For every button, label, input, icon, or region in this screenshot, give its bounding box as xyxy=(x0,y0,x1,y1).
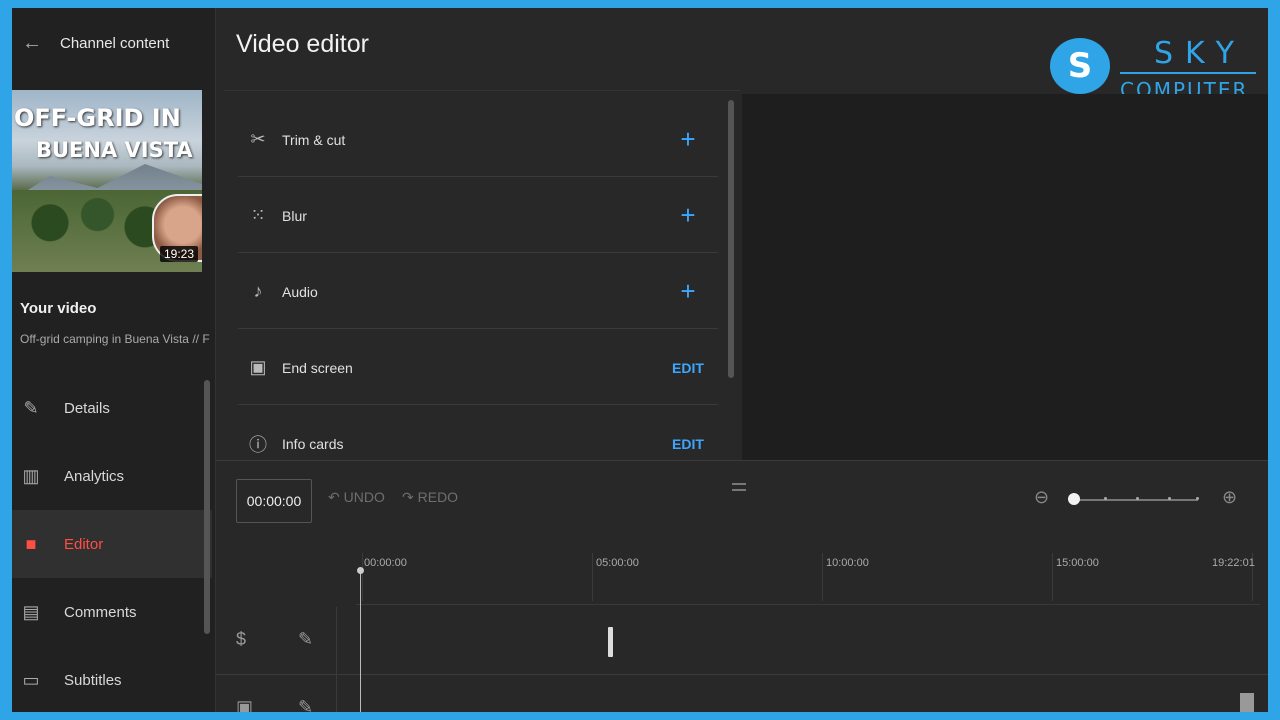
tool-end-screen[interactable]: ▣ End screen EDIT xyxy=(238,331,718,405)
subtitles-icon: ▭ xyxy=(22,669,40,690)
scissors-icon: ✂ xyxy=(250,129,266,149)
sidebar-item-editor[interactable]: ■ Editor xyxy=(12,510,212,578)
ruler-tick-line xyxy=(1052,553,1053,601)
edit-pencil-icon[interactable]: ✎ xyxy=(298,629,313,650)
zoom-step xyxy=(1136,497,1139,500)
tool-label: Trim & cut xyxy=(282,131,346,148)
sidebar-nav: ✎ Details ▥ Analytics ■ Editor ▤ Comment… xyxy=(12,374,212,712)
zoom-slider-knob[interactable] xyxy=(1068,493,1080,505)
ruler-tick-label: 10:00:00 xyxy=(826,557,869,569)
comments-icon: ▤ xyxy=(22,601,40,622)
track-lane[interactable] xyxy=(336,675,1268,712)
add-audio-button[interactable]: + xyxy=(658,276,718,307)
video-title: Off-grid camping in Buena Vista // Fi... xyxy=(20,332,210,346)
edit-end-screen-button[interactable]: EDIT xyxy=(658,360,718,376)
duration-badge: 19:23 xyxy=(159,246,198,262)
dollar-icon: $ xyxy=(236,629,247,649)
music-note-icon: ♪ xyxy=(253,281,263,301)
back-nav[interactable]: ← Channel content xyxy=(22,32,169,55)
undo-button[interactable]: ↶ UNDO xyxy=(328,489,385,506)
sidebar-scrollbar[interactable] xyxy=(204,380,210,634)
back-arrow-icon[interactable]: ← xyxy=(22,32,42,55)
video-thumbnail[interactable]: OFF-GRID IN BUENA VISTA 19:23 xyxy=(12,90,202,272)
zoom-step xyxy=(1168,497,1171,500)
tool-blur[interactable]: ⁙ Blur + xyxy=(238,179,718,253)
end-screen-icon: ▣ xyxy=(249,357,267,377)
sidebar-item-analytics[interactable]: ▥ Analytics xyxy=(12,442,212,510)
sidebar-item-label: Subtitles xyxy=(64,671,122,689)
zoom-out-icon[interactable]: ⊖ xyxy=(1034,487,1049,508)
thumbnail-title-line2: BUENA VISTA xyxy=(36,138,193,162)
end-screen-track: ▣ ✎ xyxy=(216,675,1268,712)
zoom-in-icon[interactable]: ⊕ xyxy=(1222,487,1237,508)
watermark-divider xyxy=(1120,72,1256,74)
pencil-icon: ✎ xyxy=(23,397,39,418)
info-icon: ⓘ xyxy=(249,435,267,455)
end-screen-element[interactable] xyxy=(1240,693,1254,712)
monetization-track: $ ✎ xyxy=(216,607,1268,675)
add-trim-button[interactable]: + xyxy=(658,124,718,155)
tools-scrollbar[interactable] xyxy=(728,100,734,378)
ruler-tick-line xyxy=(362,553,363,601)
sidebar-item-comments[interactable]: ▤ Comments xyxy=(12,578,212,646)
ruler-tick-label: 05:00:00 xyxy=(596,557,639,569)
sidebar-item-label: Comments xyxy=(64,603,137,621)
thumbnail-title-line1: OFF-GRID IN xyxy=(14,104,181,132)
back-label: Channel content xyxy=(60,35,170,52)
track-lane[interactable] xyxy=(336,607,1268,675)
timecode-field[interactable]: 00:00:00 xyxy=(236,479,312,523)
redo-label: REDO xyxy=(417,489,459,505)
sidebar-item-subtitles[interactable]: ▭ Subtitles xyxy=(12,646,212,712)
sidebar-item-label: Editor xyxy=(64,535,104,553)
editor-tools-panel: ✂ Trim & cut + ⁙ Blur + ♪ Audio + ▣ End … xyxy=(224,90,740,460)
undo-label: UNDO xyxy=(343,489,385,505)
sidebar: ← Channel content OFF-GRID IN BUENA VIST… xyxy=(12,8,216,712)
ruler-tick-label: 15:00:00 xyxy=(1056,557,1099,569)
timeline-ruler[interactable]: 00:00:00 05:00:00 10:00:00 15:00:00 19:2… xyxy=(356,549,1260,605)
sidebar-item-label: Analytics xyxy=(64,467,125,485)
ruler-tick-label: 19:22:01 xyxy=(1212,557,1255,569)
edit-info-cards-button[interactable]: EDIT xyxy=(658,436,718,452)
tool-audio[interactable]: ♪ Audio + xyxy=(238,255,718,329)
playhead[interactable] xyxy=(357,567,364,712)
page-title: Video editor xyxy=(236,30,369,58)
tool-label: End screen xyxy=(282,359,353,376)
sky-logo-icon: S xyxy=(1050,38,1110,94)
ad-marker[interactable] xyxy=(608,627,613,657)
undo-icon: ↶ xyxy=(328,489,344,505)
add-blur-button[interactable]: + xyxy=(658,200,718,231)
clapperboard-icon: ■ xyxy=(25,533,37,554)
ruler-tick-line xyxy=(592,553,593,601)
analytics-icon: ▥ xyxy=(22,465,40,486)
tool-label: Blur xyxy=(282,207,307,224)
watermark-logo: S SKY COMPUTER xyxy=(1046,36,1266,102)
watermark-brand: SKY xyxy=(1154,36,1246,71)
tool-trim-cut[interactable]: ✂ Trim & cut + xyxy=(238,103,718,177)
playhead-handle[interactable] xyxy=(357,567,364,574)
zoom-step xyxy=(1104,497,1107,500)
your-video-heading: Your video xyxy=(20,300,97,317)
sidebar-item-details[interactable]: ✎ Details xyxy=(12,374,212,442)
tool-label: Info cards xyxy=(282,436,344,452)
timeline: 00:00:00 ↶ UNDO ↷ REDO ⊖ ⊕ 00:00:00 05:0… xyxy=(216,460,1268,712)
sidebar-item-label: Details xyxy=(64,399,110,417)
ruler-tick-line xyxy=(822,553,823,601)
end-screen-icon: ▣ xyxy=(236,697,254,712)
redo-icon: ↷ xyxy=(402,489,418,505)
tool-label: Audio xyxy=(282,283,318,300)
ruler-tick-label: 00:00:00 xyxy=(364,557,407,569)
zoom-step xyxy=(1196,497,1199,500)
blur-icon: ⁙ xyxy=(250,205,266,225)
youtube-studio-window: ← Channel content OFF-GRID IN BUENA VIST… xyxy=(12,8,1268,712)
resize-handle-icon[interactable] xyxy=(732,483,746,491)
redo-button[interactable]: ↷ REDO xyxy=(402,489,458,506)
video-preview[interactable] xyxy=(742,94,1268,462)
zoom-slider[interactable] xyxy=(1068,493,1199,505)
edit-pencil-icon[interactable]: ✎ xyxy=(298,697,313,712)
